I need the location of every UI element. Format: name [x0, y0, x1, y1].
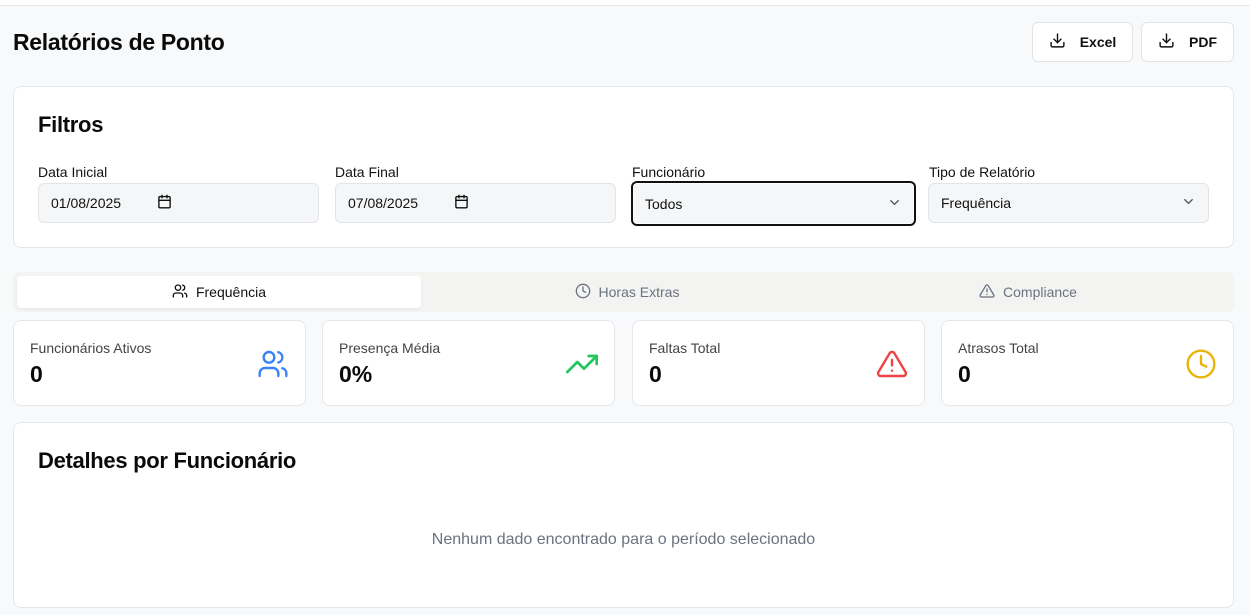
employee-value: Todos: [645, 195, 683, 212]
download-icon: [1158, 32, 1175, 52]
tab-label: Horas Extras: [598, 284, 680, 300]
chevron-down-icon: [887, 195, 902, 213]
report-type-value: Frequência: [941, 195, 1012, 211]
stat-value: 0: [30, 361, 43, 387]
tab-frequencia[interactable]: Frequência: [17, 276, 421, 308]
users-icon: [172, 283, 188, 302]
filters-card: Filtros Data Inicial 01/08/2025 Data Fin…: [13, 86, 1234, 248]
tab-compliance[interactable]: Compliance: [826, 276, 1230, 308]
start-date-input[interactable]: 01/08/2025: [38, 183, 319, 223]
alert-triangle-icon: [876, 350, 908, 378]
employee-label: Funcionário: [632, 164, 706, 180]
chevron-down-icon: [1181, 194, 1196, 212]
stat-label: Funcionários Ativos: [30, 340, 152, 356]
stat-value: 0: [958, 361, 971, 387]
employee-details-card: Detalhes por Funcionário Nenhum dado enc…: [13, 422, 1234, 608]
employee-select[interactable]: Todos: [631, 181, 916, 226]
tab-label: Compliance: [1003, 284, 1077, 300]
details-title: Detalhes por Funcionário: [38, 448, 297, 473]
stat-label: Presença Média: [339, 340, 441, 356]
tab-horas-extras[interactable]: Horas Extras: [425, 276, 829, 308]
end-date-input[interactable]: 07/08/2025: [335, 183, 616, 223]
start-date-label: Data Inicial: [38, 164, 108, 180]
scrollbar-gutter: [1250, 0, 1254, 615]
tab-label: Frequência: [195, 284, 267, 300]
stat-value: 0%: [339, 361, 373, 387]
warning-triangle-icon: [979, 283, 995, 302]
page-title: Relatórios de Ponto: [13, 29, 225, 55]
export-pdf-label: PDF: [1189, 34, 1217, 50]
users-icon: [258, 350, 288, 378]
trending-up-icon: [566, 354, 598, 374]
filters-title: Filtros: [38, 112, 104, 137]
report-type-select[interactable]: Frequência: [928, 183, 1209, 223]
stat-label: Faltas Total: [649, 340, 721, 356]
export-excel-label: Excel: [1079, 34, 1117, 50]
export-pdf-button[interactable]: PDF: [1141, 22, 1234, 62]
stat-card-total-delays: Atrasos Total 0: [941, 320, 1234, 406]
stat-value: 0: [649, 361, 662, 387]
empty-state-message: Nenhum dado encontrado para o período se…: [431, 531, 816, 548]
report-type-label: Tipo de Relatório: [929, 164, 1036, 180]
start-date-value: 01/08/2025: [51, 195, 122, 211]
stat-card-average-presence: Presença Média 0%: [322, 320, 615, 406]
clock-icon: [1186, 349, 1216, 379]
stat-card-total-absences: Faltas Total 0: [632, 320, 925, 406]
stat-card-active-employees: Funcionários Ativos 0: [13, 320, 306, 406]
stat-label: Atrasos Total: [958, 340, 1039, 356]
top-bar: [0, 0, 1254, 6]
clock-icon: [575, 283, 591, 302]
report-tabs: Frequência Horas Extras Compliance: [13, 272, 1234, 312]
export-excel-button[interactable]: Excel: [1032, 22, 1133, 62]
end-date-value: 07/08/2025: [348, 195, 419, 211]
download-icon: [1049, 32, 1066, 52]
calendar-icon[interactable]: [454, 194, 603, 212]
calendar-icon[interactable]: [157, 194, 306, 212]
end-date-label: Data Final: [335, 164, 399, 180]
